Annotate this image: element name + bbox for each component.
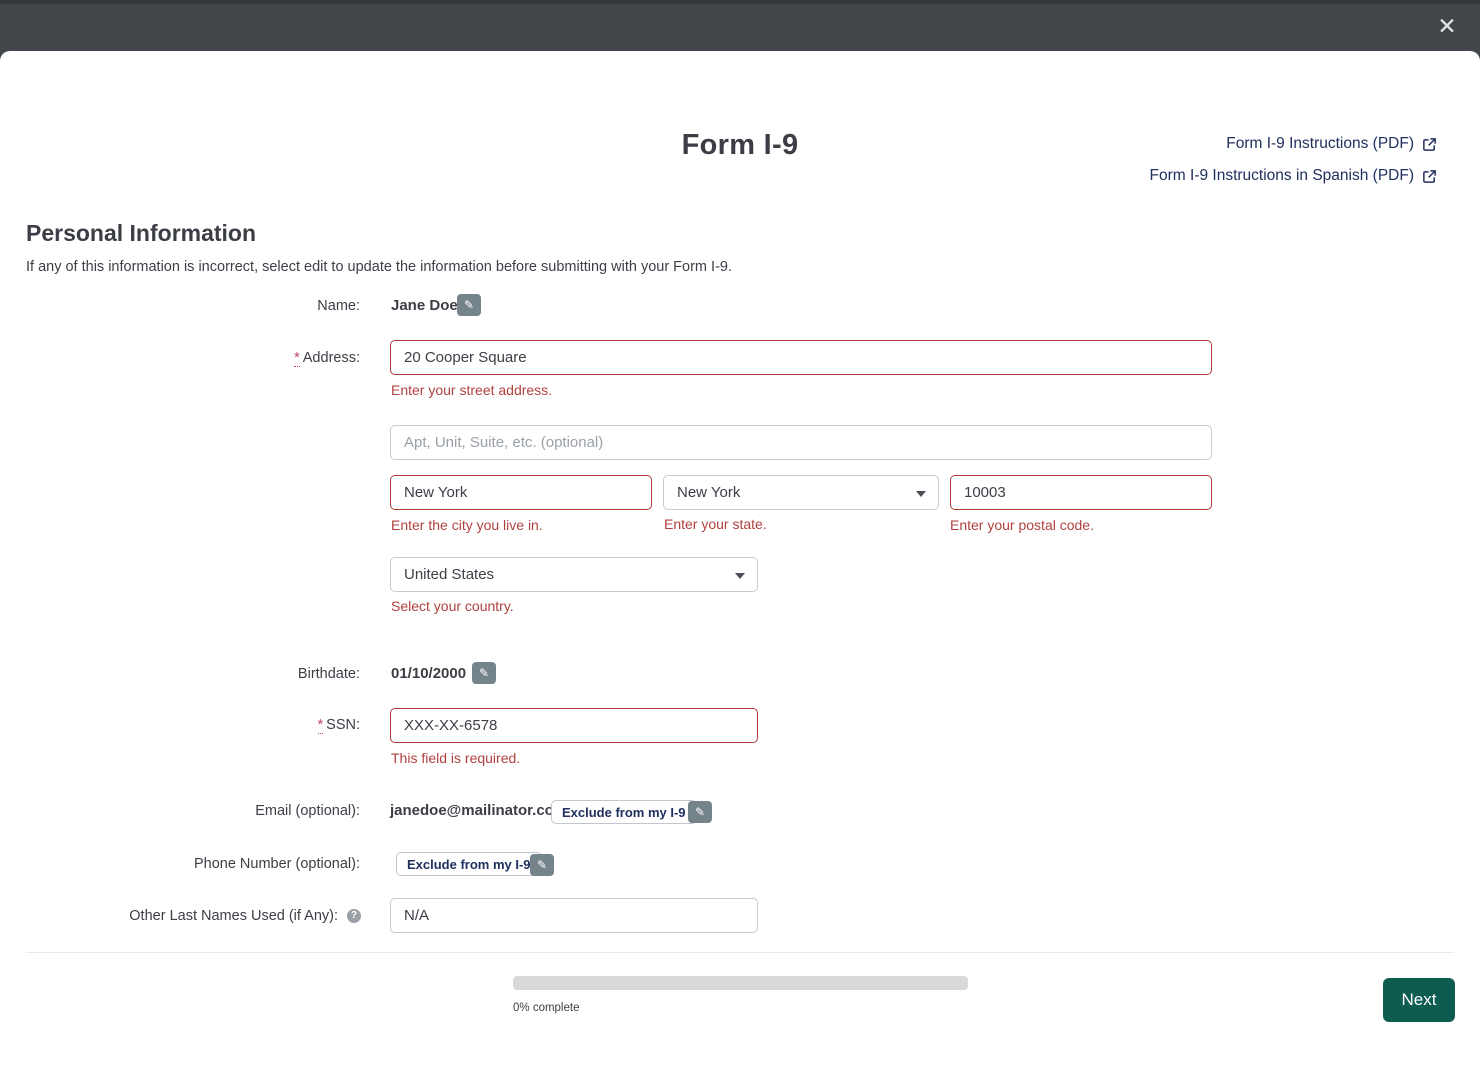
required-asterisk: * [294, 350, 300, 367]
email-exclude-badge: Exclude from my I-9 [551, 800, 697, 824]
other-last-names-input[interactable] [390, 898, 758, 933]
modal-top-bar: ✕ [0, 0, 1480, 55]
phone-label: Phone Number (optional): [20, 856, 360, 872]
state-error: Enter your state. [664, 516, 767, 532]
name-value: Jane Doe [391, 297, 458, 314]
street-address-input[interactable] [390, 340, 1212, 375]
phone-exclude-badge: Exclude from my I-9 [396, 852, 542, 876]
birthdate-label: Birthdate: [20, 666, 360, 682]
external-link-icon [1422, 137, 1437, 152]
city-error: Enter the city you live in. [391, 517, 543, 533]
apt-unit-input[interactable] [390, 425, 1212, 460]
footer-divider [26, 952, 1454, 953]
name-label: Name: [20, 298, 360, 314]
form-i9-page: ✕ Form I-9 Form I-9 Instructions (PDF) F… [0, 0, 1480, 1082]
edit-birthdate-button[interactable]: ✎ [472, 662, 496, 684]
birthdate-value: 01/10/2000 [391, 665, 466, 682]
form-card: Form I-9 Form I-9 Instructions (PDF) For… [0, 51, 1480, 1082]
email-label: Email (optional): [20, 803, 360, 819]
progress-label: 0% complete [513, 1002, 579, 1014]
close-icon[interactable]: ✕ [1432, 12, 1462, 42]
section-description: If any of this information is incorrect,… [26, 259, 732, 275]
progress-bar [513, 976, 968, 990]
instruction-links: Form I-9 Instructions (PDF) Form I-9 Ins… [1150, 135, 1437, 199]
link-form-i9-instructions[interactable]: Form I-9 Instructions (PDF) [1150, 135, 1437, 153]
pencil-icon: ✎ [464, 298, 474, 312]
country-error: Select your country. [391, 598, 514, 614]
external-link-icon [1422, 169, 1437, 184]
ssn-error: This field is required. [391, 750, 520, 766]
chevron-down-icon [916, 491, 926, 497]
street-address-error: Enter your street address. [391, 382, 552, 398]
state-select-value: New York [677, 484, 740, 501]
section-heading: Personal Information [26, 220, 256, 247]
pencil-icon: ✎ [479, 666, 489, 680]
ssn-input[interactable] [390, 708, 758, 743]
link-label: Form I-9 Instructions in Spanish (PDF) [1150, 167, 1414, 185]
country-select-value: United States [404, 566, 494, 583]
link-form-i9-instructions-spanish[interactable]: Form I-9 Instructions in Spanish (PDF) [1150, 167, 1437, 185]
city-input[interactable] [390, 475, 652, 510]
ssn-label: *SSN: [20, 717, 360, 733]
email-value: janedoe@mailinator.com [390, 802, 567, 819]
edit-email-button[interactable]: ✎ [688, 801, 712, 823]
chevron-down-icon [735, 573, 745, 579]
edit-name-button[interactable]: ✎ [457, 294, 481, 316]
country-select[interactable]: United States [390, 557, 758, 592]
state-select[interactable]: New York [663, 475, 939, 510]
required-asterisk: * [318, 717, 324, 734]
edit-phone-button[interactable]: ✎ [530, 854, 554, 876]
address-label: *Address: [20, 350, 360, 366]
link-label: Form I-9 Instructions (PDF) [1226, 135, 1414, 153]
pencil-icon: ✎ [537, 858, 547, 872]
postal-code-error: Enter your postal code. [950, 517, 1094, 533]
help-icon[interactable]: ? [347, 909, 361, 923]
pencil-icon: ✎ [695, 805, 705, 819]
other-names-label: Other Last Names Used (if Any): [20, 908, 338, 924]
next-button[interactable]: Next [1383, 978, 1455, 1022]
postal-code-input[interactable] [950, 475, 1212, 510]
